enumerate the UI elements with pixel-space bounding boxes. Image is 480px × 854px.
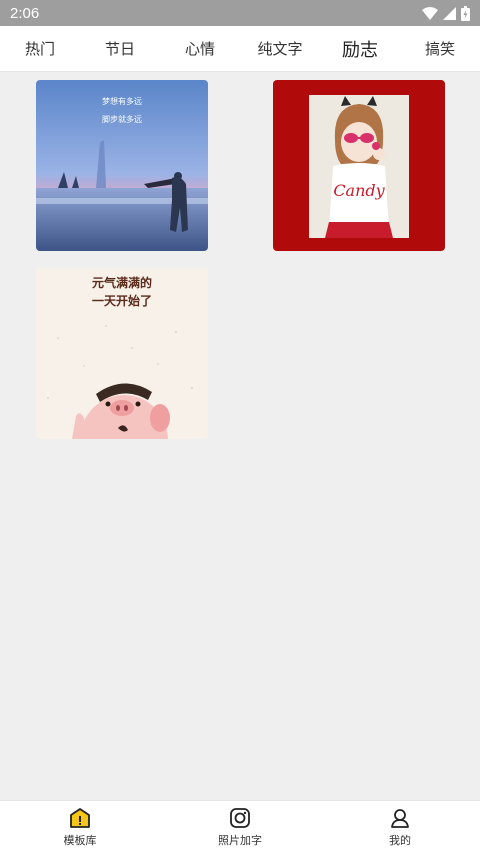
dream-landscape-image: 梦想有多远 脚步就多远 bbox=[36, 80, 208, 251]
category-tabs: 热门 节日 心情 纯文字 励志 搞笑 bbox=[0, 26, 480, 72]
status-time: 2:06 bbox=[10, 4, 40, 22]
bottom-nav: 模板库 照片加字 我的 bbox=[0, 800, 480, 854]
template-card-candy[interactable]: Candy bbox=[273, 80, 445, 251]
tab-inspirational[interactable]: 励志 bbox=[320, 36, 400, 62]
signal-icon bbox=[443, 6, 456, 20]
template-grid: 梦想有多远 脚步就多远 Candy 元气满满的 一天开始了 bbox=[0, 72, 480, 800]
wifi-icon bbox=[422, 6, 438, 20]
nav-photo-text[interactable]: 照片加字 bbox=[160, 801, 320, 854]
dream-text-line2: 脚步就多远 bbox=[102, 114, 142, 124]
pig-image: 元气满满的 一天开始了 bbox=[36, 268, 208, 439]
status-bar: 2:06 bbox=[0, 0, 480, 26]
nav-profile[interactable]: 我的 bbox=[320, 801, 480, 854]
candy-girl-image: Candy bbox=[273, 80, 445, 251]
template-card-pig[interactable]: 元气满满的 一天开始了 bbox=[36, 268, 208, 439]
nav-label-profile: 我的 bbox=[389, 834, 411, 847]
dream-text-line1: 梦想有多远 bbox=[102, 96, 142, 106]
profile-icon bbox=[391, 809, 409, 828]
battery-icon bbox=[461, 5, 470, 21]
tab-holiday[interactable]: 节日 bbox=[80, 38, 160, 59]
pig-text-line1: 元气满满的 bbox=[92, 275, 152, 290]
tab-text-only[interactable]: 纯文字 bbox=[240, 38, 320, 59]
tab-hot[interactable]: 热门 bbox=[0, 38, 80, 59]
nav-label-template-library: 模板库 bbox=[63, 834, 97, 847]
shirt-text: Candy bbox=[333, 181, 385, 200]
nav-template-library[interactable]: 模板库 bbox=[0, 801, 160, 854]
template-library-icon bbox=[70, 808, 90, 828]
status-icons bbox=[422, 5, 470, 21]
camera-icon bbox=[230, 808, 250, 828]
nav-label-photo-text: 照片加字 bbox=[218, 834, 262, 847]
pig-text-line2: 一天开始了 bbox=[92, 293, 152, 308]
template-card-dream[interactable]: 梦想有多远 脚步就多远 bbox=[36, 80, 208, 251]
tab-mood[interactable]: 心情 bbox=[160, 38, 240, 59]
tab-funny[interactable]: 搞笑 bbox=[400, 38, 480, 59]
